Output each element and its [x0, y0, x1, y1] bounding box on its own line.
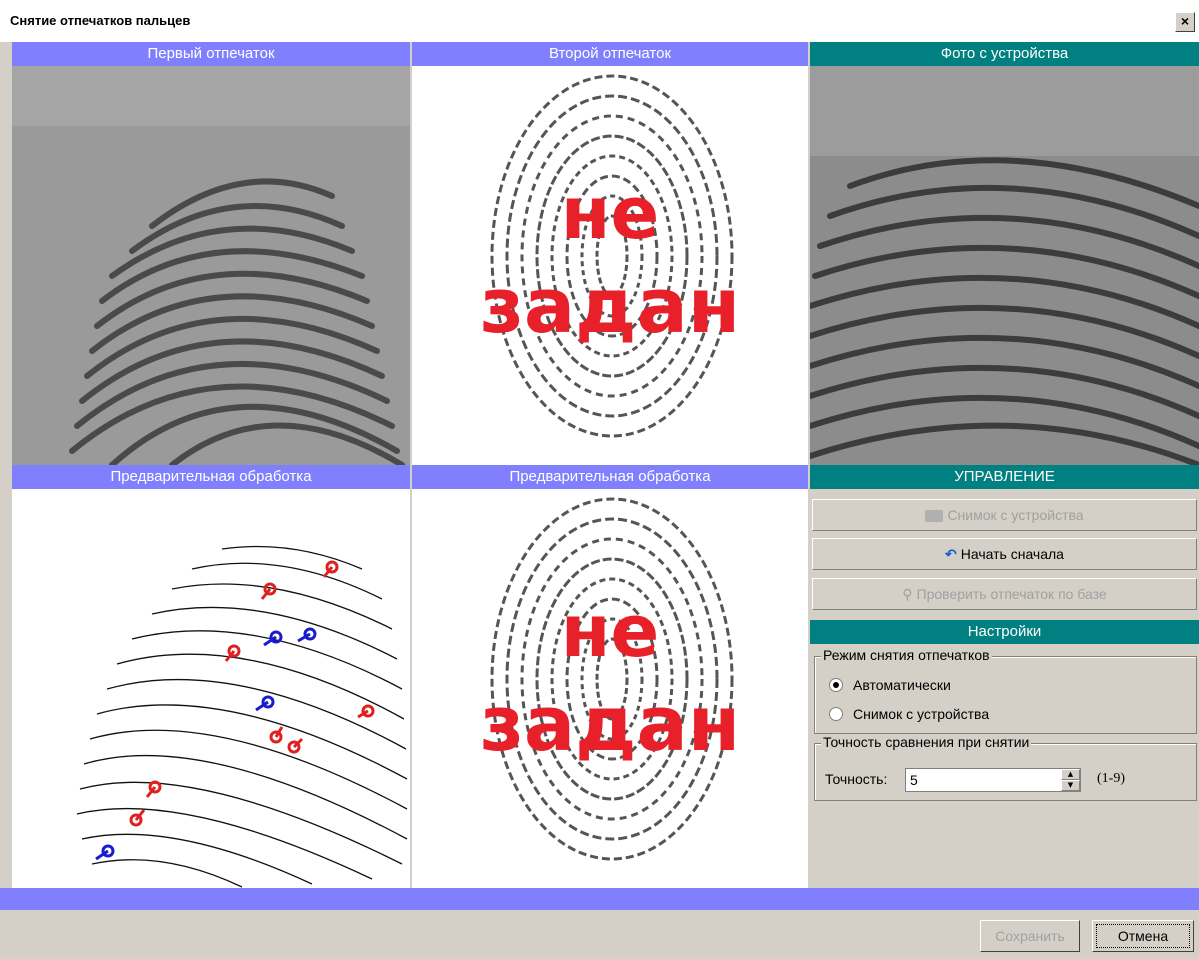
spin-up-icon[interactable]: ▲ — [1061, 769, 1080, 780]
camera-icon — [925, 510, 944, 523]
preprocess-1-image — [12, 489, 410, 888]
control-header: УПРАВЛЕНИЕ — [810, 465, 1199, 489]
preprocess-2-image: не задан — [412, 489, 808, 888]
mode-group: Режим снятия отпечатков Автоматически Сн… — [814, 647, 1197, 734]
undo-icon: ↶ — [945, 546, 957, 562]
window-titlebar: Снятие отпечатков пальцев × — [0, 0, 1199, 42]
snapshot-button[interactable]: Снимок с устройства — [812, 499, 1197, 531]
close-button[interactable]: × — [1175, 12, 1195, 32]
second-print-image: не задан — [412, 66, 808, 465]
accuracy-label: Точность: — [825, 771, 888, 787]
accuracy-group: Точность сравнения при снятии Точность: … — [814, 734, 1197, 801]
status-bar — [0, 888, 1199, 910]
not-set-label-line1: не — [560, 589, 660, 673]
save-button[interactable]: Сохранить — [980, 920, 1080, 952]
not-set-label-line2: задан — [479, 679, 741, 768]
restart-button[interactable]: ↶ Начать сначала — [812, 538, 1197, 570]
preprocess-1-header: Предварительная обработка — [12, 465, 410, 489]
preprocess-2-header: Предварительная обработка — [412, 465, 808, 489]
accuracy-spinner[interactable]: ▲ ▼ — [1061, 769, 1080, 791]
device-photo-image — [810, 66, 1199, 465]
first-print-header: Первый отпечаток — [12, 42, 410, 66]
mode-auto-radio[interactable]: Автоматически — [829, 677, 951, 693]
not-set-label-line2: задан — [479, 261, 741, 350]
spin-down-icon[interactable]: ▼ — [1061, 780, 1080, 791]
accuracy-input[interactable]: 5 — [905, 768, 1081, 792]
window-title: Снятие отпечатков пальцев — [10, 13, 191, 28]
cancel-button[interactable]: Отмена — [1092, 920, 1194, 952]
second-print-header: Второй отпечаток — [412, 42, 808, 66]
device-photo-header: Фото с устройства — [810, 42, 1199, 66]
search-icon: ⚲ — [902, 586, 913, 602]
settings-header: Настройки — [810, 620, 1199, 644]
radio-checked-icon — [829, 678, 843, 692]
first-print-image — [12, 66, 410, 465]
accuracy-group-title: Точность сравнения при снятии — [821, 734, 1032, 750]
not-set-label-line1: не — [560, 171, 660, 255]
mode-snapshot-radio[interactable]: Снимок с устройства — [829, 706, 989, 722]
control-panel: Снимок с устройства ↶ Начать сначала ⚲ Про… — [810, 489, 1199, 888]
verify-button[interactable]: ⚲ Проверить отпечаток по базе — [812, 578, 1197, 610]
radio-unchecked-icon — [829, 707, 843, 721]
accuracy-range: (1-9) — [1097, 771, 1125, 786]
mode-group-title: Режим снятия отпечатков — [821, 647, 992, 663]
